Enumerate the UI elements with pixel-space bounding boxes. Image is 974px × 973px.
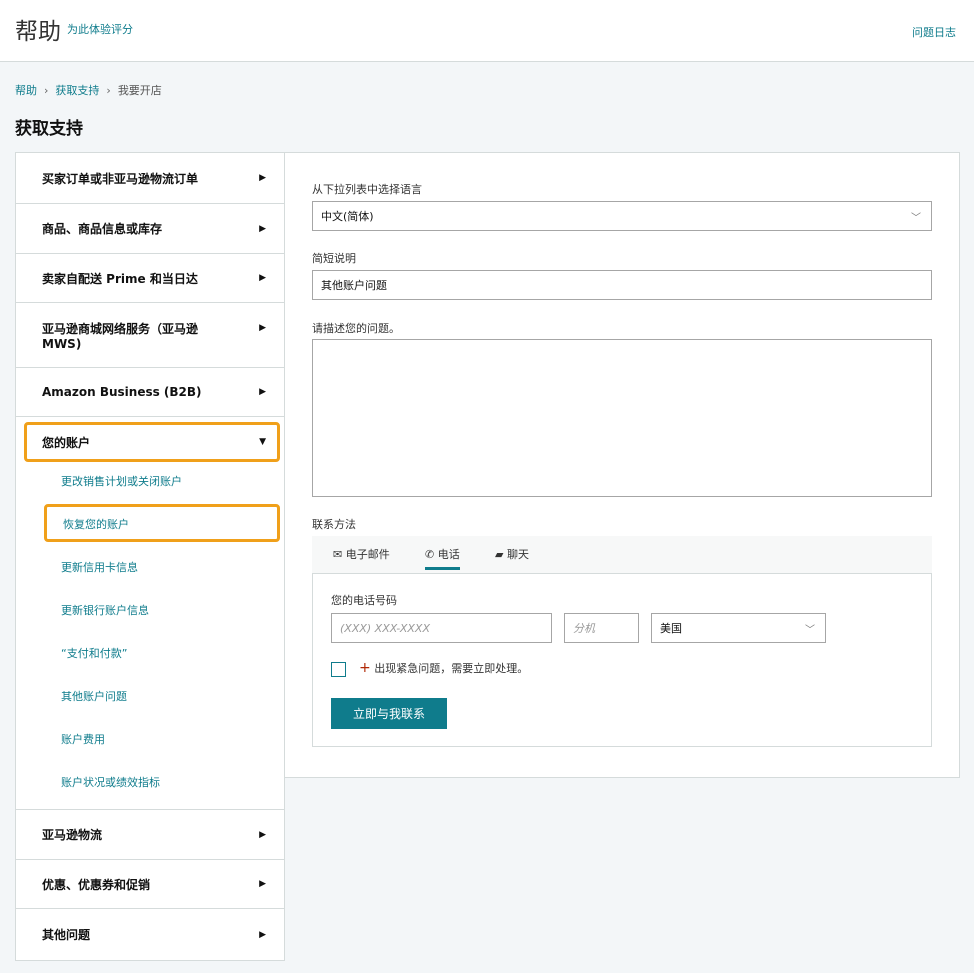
nav-label: 卖家自配送 Prime 和当日达 bbox=[42, 270, 198, 287]
chevron-down-icon: ﹀ bbox=[805, 621, 815, 636]
nav-label: 买家订单或非亚马逊物流订单 bbox=[42, 170, 198, 187]
short-desc-value: 其他账户问题 bbox=[321, 277, 387, 293]
chat-icon: ▰ bbox=[495, 548, 507, 561]
tab-label: 电子邮件 bbox=[346, 548, 390, 561]
tab-phone[interactable]: ✆ 电话 bbox=[425, 546, 460, 570]
breadcrumb-current: 我要开店 bbox=[118, 84, 162, 97]
plus-icon: + bbox=[359, 660, 371, 676]
nav-label: 亚马逊物流 bbox=[42, 826, 102, 843]
urgent-label-wrap: + 出现紧急问题，需要立即处理。 bbox=[359, 660, 528, 676]
nav-item-mws[interactable]: 亚马逊商城网络服务（亚马逊 MWS) ▶ bbox=[16, 303, 284, 368]
language-value: 中文(简体) bbox=[321, 208, 374, 224]
chevron-down-icon: ﹀ bbox=[911, 209, 921, 224]
nav-item-b2b[interactable]: Amazon Business (B2B) ▶ bbox=[16, 368, 284, 417]
contact-me-button[interactable]: 立即与我联系 bbox=[331, 698, 447, 729]
caret-right-icon: ▶ bbox=[259, 387, 266, 397]
caret-right-icon: ▶ bbox=[259, 224, 266, 234]
phone-icon: ✆ bbox=[425, 548, 438, 561]
nav-item-promotions[interactable]: 优惠、优惠券和促销 ▶ bbox=[16, 860, 284, 909]
description-label: 请描述您的问题。 bbox=[312, 320, 400, 336]
language-select[interactable]: 中文(简体) ﹀ bbox=[312, 201, 932, 231]
country-value: 美国 bbox=[660, 620, 682, 636]
nav-item-orders[interactable]: 买家订单或非亚马逊物流订单 ▶ bbox=[16, 153, 284, 204]
caret-right-icon: ▶ bbox=[259, 830, 266, 840]
urgent-label: 出现紧急问题，需要立即处理。 bbox=[374, 662, 528, 675]
nav-item-fba[interactable]: 亚马逊物流 ▶ bbox=[16, 809, 284, 860]
caret-right-icon: ▶ bbox=[259, 879, 266, 889]
sub-item[interactable]: 其他账户问题 bbox=[61, 688, 127, 704]
short-desc-input[interactable]: 其他账户问题 bbox=[312, 270, 932, 300]
breadcrumb-support[interactable]: 获取支持 bbox=[55, 84, 99, 97]
category-nav: 买家订单或非亚马逊物流订单 ▶ 商品、商品信息或库存 ▶ 卖家自配送 Prime 和… bbox=[15, 152, 285, 961]
tab-label: 电话 bbox=[438, 548, 460, 561]
sub-item[interactable]: 更新信用卡信息 bbox=[61, 559, 138, 575]
tab-label: 聊天 bbox=[507, 548, 529, 561]
header: 帮助 为此体验评分 问题日志 bbox=[0, 0, 974, 62]
language-label: 从下拉列表中选择语言 bbox=[312, 181, 422, 197]
nav-label: 亚马逊商城网络服务（亚马逊 MWS) bbox=[42, 320, 214, 351]
tab-chat[interactable]: ▰ 聊天 bbox=[495, 546, 529, 562]
nav-label: 优惠、优惠券和促销 bbox=[42, 876, 150, 893]
highlight-box bbox=[24, 422, 280, 462]
help-title: 帮助 bbox=[15, 12, 61, 46]
page-title: 获取支持 bbox=[15, 114, 83, 139]
urgent-checkbox[interactable] bbox=[331, 662, 346, 677]
sub-item[interactable]: 账户状况或绩效指标 bbox=[61, 774, 160, 790]
sub-item[interactable]: “支付和付款” bbox=[61, 645, 127, 661]
extension-placeholder: 分机 bbox=[573, 620, 595, 636]
caret-right-icon: ▶ bbox=[259, 273, 266, 283]
caret-right-icon: ▶ bbox=[259, 173, 266, 183]
caret-right-icon: ▶ bbox=[259, 323, 266, 333]
phone-input[interactable]: (XXX) XXX-XXXX bbox=[331, 613, 552, 643]
nav-item-other[interactable]: 其他问题 ▶ bbox=[16, 909, 284, 960]
description-textarea[interactable] bbox=[312, 339, 932, 497]
breadcrumb: 帮助 › 获取支持 › 我要开店 bbox=[15, 82, 162, 98]
support-form: 从下拉列表中选择语言 中文(简体)﹀ 简短说明 其他账户问题 请描述您的问题。 … bbox=[285, 152, 960, 778]
nav-item-prime[interactable]: 卖家自配送 Prime 和当日达 ▶ bbox=[16, 254, 284, 303]
sub-item[interactable]: 账户费用 bbox=[61, 731, 105, 747]
chevron-right-icon: › bbox=[106, 84, 110, 97]
breadcrumb-help[interactable]: 帮助 bbox=[15, 84, 37, 97]
envelope-icon: ✉ bbox=[333, 548, 346, 561]
phone-panel: 您的电话号码 (XXX) XXX-XXXX 分机 美国 ﹀ + 出现紧急问题，需要… bbox=[312, 573, 932, 747]
nav-label: Amazon Business (B2B) bbox=[42, 385, 202, 399]
contact-tabs: ✉ 电子邮件 ✆ 电话 ▰ 聊天 bbox=[312, 536, 932, 573]
country-select[interactable]: 美国 ﹀ bbox=[651, 613, 826, 643]
tab-email[interactable]: ✉ 电子邮件 bbox=[333, 546, 390, 562]
rate-experience-link[interactable]: 为此体验评分 bbox=[67, 21, 133, 37]
sub-item[interactable]: 更改销售计划或关闭账户 bbox=[61, 473, 182, 489]
highlight-box bbox=[44, 504, 280, 542]
short-desc-label: 简短说明 bbox=[312, 250, 356, 266]
contact-method-label: 联系方法 bbox=[312, 516, 356, 532]
chevron-right-icon: › bbox=[44, 84, 48, 97]
phone-label: 您的电话号码 bbox=[331, 592, 397, 608]
extension-input[interactable]: 分机 bbox=[564, 613, 639, 643]
nav-label: 其他问题 bbox=[42, 926, 90, 943]
sub-item[interactable]: 更新银行账户信息 bbox=[61, 602, 149, 618]
nav-item-products[interactable]: 商品、商品信息或库存 ▶ bbox=[16, 204, 284, 254]
phone-placeholder: (XXX) XXX-XXXX bbox=[340, 622, 430, 635]
caret-right-icon: ▶ bbox=[259, 930, 266, 940]
nav-label: 商品、商品信息或库存 bbox=[42, 220, 162, 237]
issue-log-link[interactable]: 问题日志 bbox=[912, 24, 956, 40]
